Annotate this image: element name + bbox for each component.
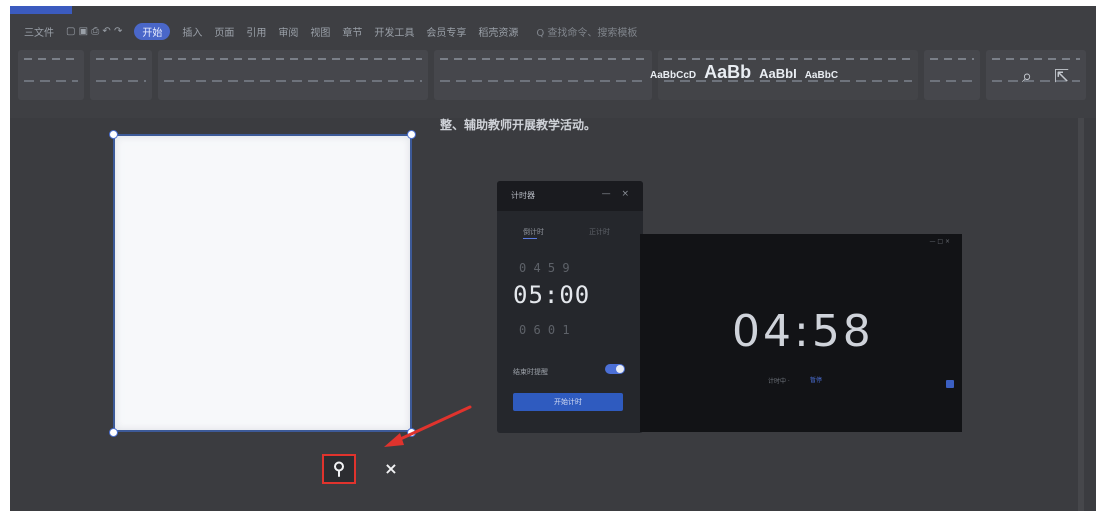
font-group[interactable] [158,50,428,100]
tab-layout[interactable]: 页面 [214,24,234,39]
pin-button[interactable] [322,454,356,484]
timer-set-value[interactable]: 05:00 [513,281,590,309]
paragraph-group[interactable] [434,50,652,100]
style-previews: AaBbCcD AaBb AaBbI AaBbC [650,62,838,83]
resize-handle-top-right[interactable] [407,130,416,139]
tab-developer[interactable]: 开发工具 [374,24,414,39]
search-icon[interactable]: ⌕ [1022,66,1032,87]
timer-panel: 计时器 — × 倒计时 正计时 0 4 5 9 05:00 0 6 0 1 结束… [497,181,643,433]
tab-file[interactable]: 三文件 [24,24,54,39]
clipboard-group[interactable] [18,50,84,100]
pinned-whiteboard-frame[interactable] [113,134,412,432]
whiteboard-floating-toolbar: × [322,454,412,484]
vertical-scrollbar[interactable] [1078,118,1084,511]
tab-home[interactable]: 开始 [134,22,171,40]
active-tab-indicator [523,238,537,239]
countdown-status: 计时中 · [768,378,790,385]
find-select-group[interactable] [986,50,1086,100]
tab-member[interactable]: 会员专享 [426,24,466,39]
timer-panel-header[interactable]: 计时器 — × [497,181,643,211]
pin-icon [334,461,344,477]
app-logo-tab[interactable] [10,6,72,14]
format-painter-group[interactable] [90,50,152,100]
resize-handle-bottom-left[interactable] [109,428,118,437]
pause-link[interactable]: 暂停 [810,375,822,384]
document-text: 整、辅助教师开展教学活动。 [440,118,597,132]
style-heading-3[interactable]: AaBbC [805,70,838,81]
countdown-display: 04:58 [732,306,874,357]
annotation-arrow [384,405,472,447]
fullscreen-exit-button[interactable] [946,380,954,388]
tab-section[interactable]: 章节 [342,24,362,39]
resize-handle-top-left[interactable] [109,130,118,139]
tab-references[interactable]: 引用 [246,24,266,39]
style-normal[interactable]: AaBbCcD [650,70,696,81]
timer-window-controls[interactable]: — × [602,189,633,199]
tab-resources[interactable]: 稻壳资源 [478,24,518,39]
ribbon-toolbar [18,48,1088,104]
timer-panel-title: 计时器 [511,191,535,200]
style-heading-2[interactable]: AaBbI [759,66,797,81]
ribbon-tabs: 三文件 ▢ ▣ ⎙ ↶ ↷ 开始 插入 页面 引用 审阅 视图 章节 开发工具 … [10,20,1096,42]
reminder-toggle[interactable] [605,364,625,374]
quick-access-icons[interactable]: ▢ ▣ ⎙ ↶ ↷ [66,26,122,37]
time-picker-prev[interactable]: 0 4 5 9 [519,261,570,275]
start-timer-button[interactable]: 开始计时 [513,393,623,411]
tab-view[interactable]: 视图 [310,24,330,39]
fullscreen-window-controls[interactable]: — □ × [929,238,950,245]
close-button[interactable]: × [380,458,402,480]
cursor-select-icon[interactable]: ⇱ [1054,66,1069,87]
tab-review[interactable]: 审阅 [278,24,298,39]
ribbon: 三文件 ▢ ▣ ⎙ ↶ ↷ 开始 插入 页面 引用 审阅 视图 章节 开发工具 … [10,6,1096,118]
app-window: 三文件 ▢ ▣ ⎙ ↶ ↷ 开始 插入 页面 引用 审阅 视图 章节 开发工具 … [10,6,1096,511]
tab-countdown[interactable]: 倒计时 [523,227,544,237]
tab-stopwatch[interactable]: 正计时 [589,227,610,237]
command-search[interactable]: Q 查找命令、搜索模板 [536,24,637,39]
reminder-option-label: 结束时提醒 [513,368,548,376]
time-picker-next[interactable]: 0 6 0 1 [519,323,570,337]
fullscreen-timer-preview: — □ × 04:58 计时中 · 暂停 [640,234,962,432]
tab-insert[interactable]: 插入 [182,24,202,39]
text-tools-group[interactable] [924,50,980,100]
style-heading-1[interactable]: AaBb [704,62,751,83]
